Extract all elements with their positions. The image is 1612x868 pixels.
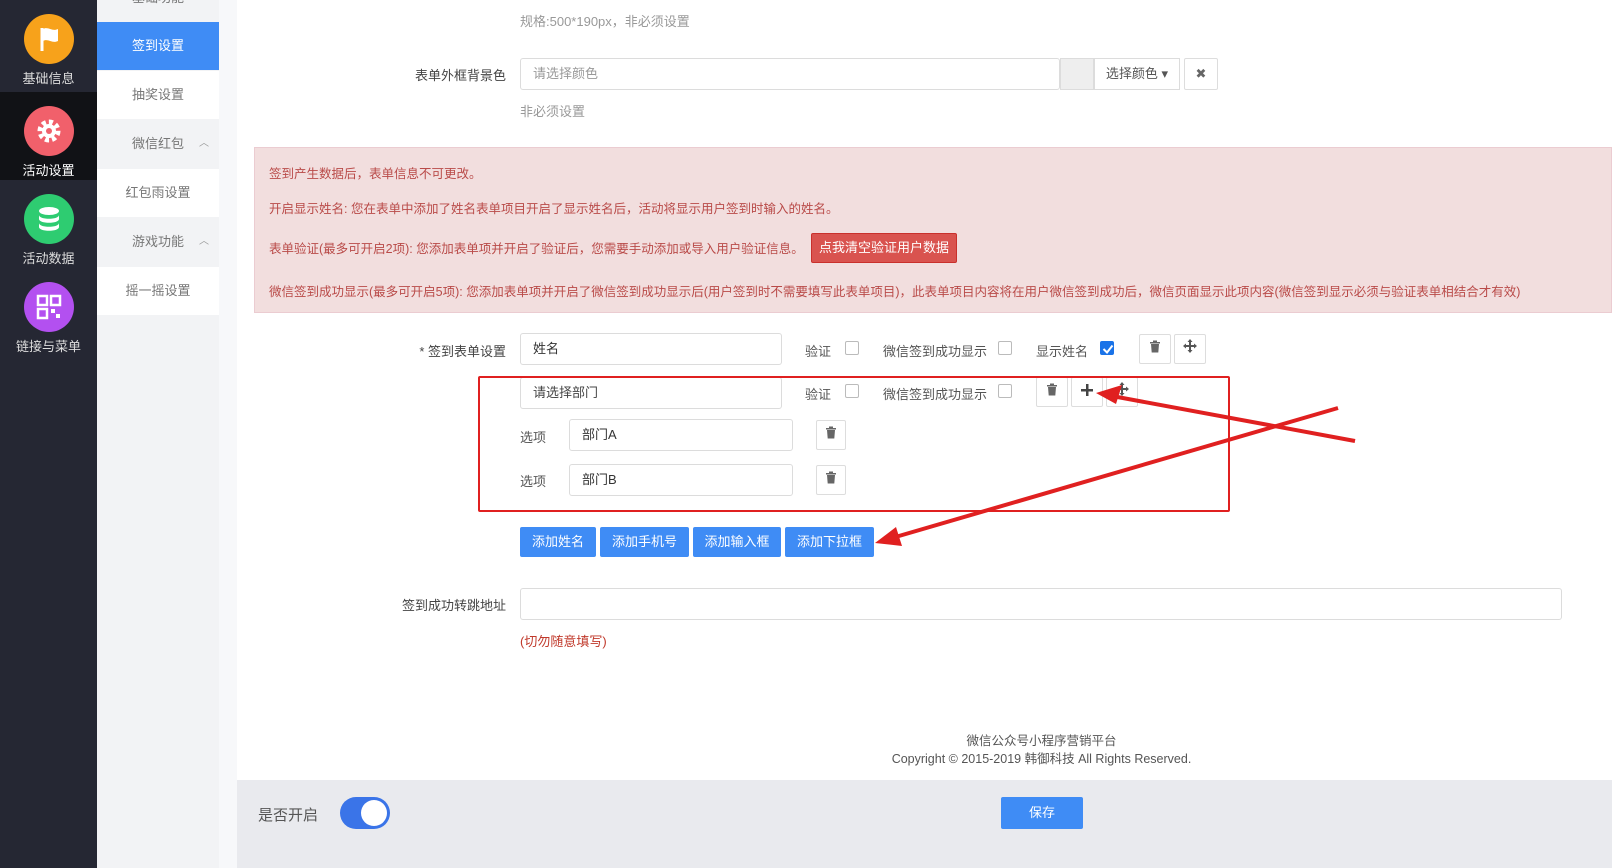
save-button[interactable]: 保存 <box>1001 797 1083 829</box>
bottom-action-bar <box>237 780 1612 868</box>
enable-toggle-label: 是否开启 <box>258 807 319 824</box>
redirect-url-input[interactable] <box>520 588 1562 620</box>
annotation-arrowhead <box>875 527 902 546</box>
annotation-arrow-line <box>1111 394 1356 443</box>
footer-copyright: Copyright © 2015-2019 韩御科技 All Rights Re… <box>891 752 1192 766</box>
toggle-knob <box>361 800 387 826</box>
annotation-arrowhead <box>1096 385 1122 404</box>
annotation-arrows <box>875 385 1356 546</box>
redirect-warning: (切勿随意填写) <box>520 634 607 649</box>
redirect-url-label: 签到成功转跳地址 <box>401 598 506 613</box>
footer-platform-name: 微信公众号小程序营销平台 <box>966 734 1117 748</box>
annotation-arrow-line <box>891 406 1339 540</box>
